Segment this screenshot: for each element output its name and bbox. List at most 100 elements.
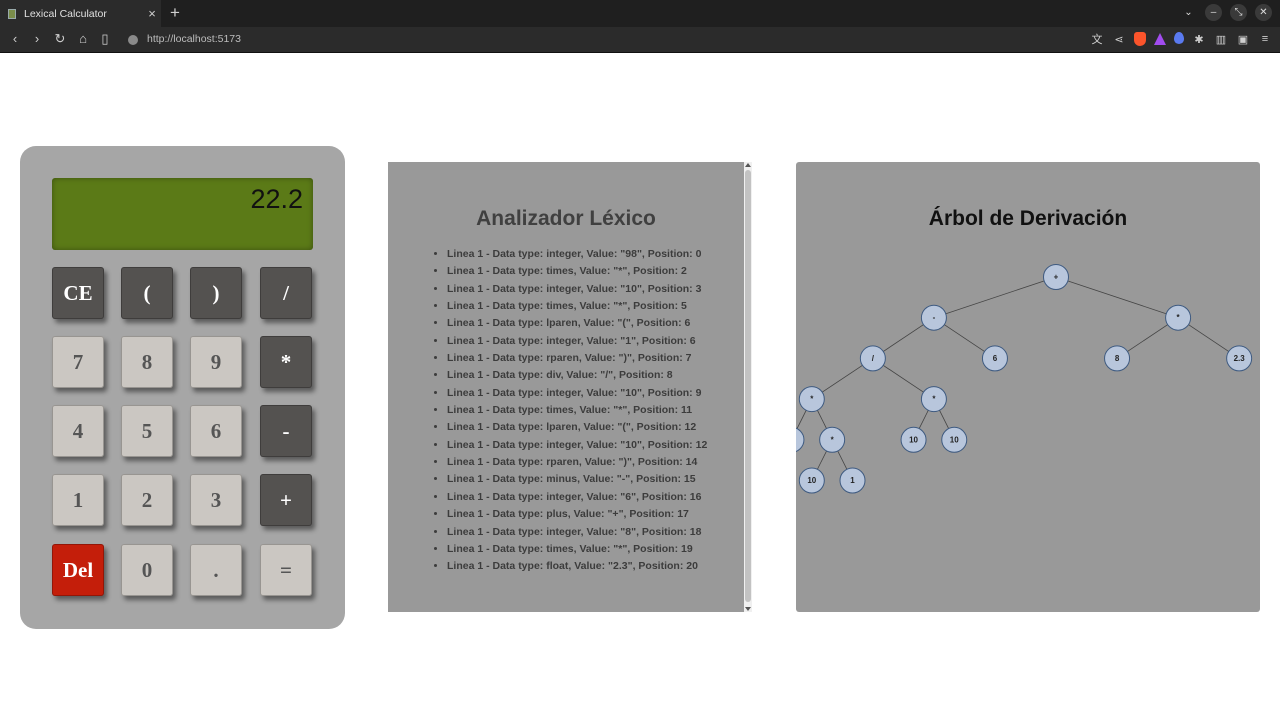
tree-node: 8 bbox=[1104, 345, 1131, 372]
token-item: Linea 1 - Data type: div, Value: "/", Po… bbox=[447, 367, 707, 384]
plus-button[interactable]: + bbox=[260, 474, 312, 526]
tab-title: Lexical Calculator bbox=[24, 7, 107, 20]
token-item: Linea 1 - Data type: rparen, Value: ")",… bbox=[447, 454, 707, 471]
tree-node-label: - bbox=[933, 313, 936, 322]
tree-node: 2.3 bbox=[1226, 345, 1253, 372]
tree-node-label: + bbox=[1054, 273, 1059, 282]
token-item: Linea 1 - Data type: integer, Value: "10… bbox=[447, 437, 707, 454]
tree-node-label: 8 bbox=[1115, 354, 1120, 363]
tree-edge bbox=[1055, 276, 1179, 319]
digit-3-button[interactable]: 3 bbox=[190, 474, 242, 526]
window-controls: ⌄ – ⤡ ✕ bbox=[1180, 4, 1272, 21]
equals-button[interactable]: = bbox=[260, 544, 312, 596]
digit-5-button[interactable]: 5 bbox=[121, 405, 173, 457]
restore-icon[interactable]: ⤡ bbox=[1230, 4, 1247, 21]
token-item: Linea 1 - Data type: integer, Value: "10… bbox=[447, 385, 707, 402]
open-paren-button[interactable]: ( bbox=[121, 267, 173, 319]
token-item: Linea 1 - Data type: integer, Value: "1"… bbox=[447, 333, 707, 350]
brave-shields-icon[interactable] bbox=[1134, 32, 1146, 46]
tree-node: * bbox=[920, 386, 947, 413]
tree-node-label: 10 bbox=[950, 435, 959, 444]
bookmark-icon[interactable]: ▯ bbox=[96, 31, 114, 47]
tree-edge bbox=[933, 276, 1057, 319]
digit-1-button[interactable]: 1 bbox=[52, 474, 104, 526]
token-item: Linea 1 - Data type: float, Value: "2.3"… bbox=[447, 558, 707, 575]
digit-8-button[interactable]: 8 bbox=[121, 336, 173, 388]
tree-node-circle bbox=[796, 427, 805, 452]
site-info-icon[interactable] bbox=[128, 35, 138, 45]
home-icon[interactable]: ⌂ bbox=[74, 31, 92, 46]
address-bar[interactable]: http://localhost:5173 bbox=[147, 33, 241, 45]
extension-drop-icon[interactable] bbox=[1174, 32, 1184, 44]
token-item: Linea 1 - Data type: rparen, Value: ")",… bbox=[447, 350, 707, 367]
extensions-puzzle-icon[interactable]: ✱ bbox=[1192, 32, 1206, 46]
derivation-tree-panel: Árbol de Derivación +-/*98*101*10106*82.… bbox=[796, 162, 1260, 612]
delete-button[interactable]: Del bbox=[52, 544, 104, 596]
digit-0-button[interactable]: 0 bbox=[121, 544, 173, 596]
calculator-favicon-icon bbox=[8, 8, 16, 19]
token-item: Linea 1 - Data type: times, Value: "*", … bbox=[447, 298, 707, 315]
forward-icon[interactable]: › bbox=[28, 31, 46, 46]
token-item: Linea 1 - Data type: times, Value: "*", … bbox=[447, 541, 707, 558]
digit-6-button[interactable]: 6 bbox=[190, 405, 242, 457]
close-window-icon[interactable]: ✕ bbox=[1255, 4, 1272, 21]
divide-button[interactable]: / bbox=[260, 267, 312, 319]
digit-2-button[interactable]: 2 bbox=[121, 474, 173, 526]
tree-node-label: 6 bbox=[993, 354, 998, 363]
tree-node: * bbox=[798, 386, 825, 413]
digit-7-button[interactable]: 7 bbox=[52, 336, 104, 388]
clear-entry-button[interactable]: CE bbox=[52, 267, 104, 319]
token-item: Linea 1 - Data type: times, Value: "*", … bbox=[447, 263, 707, 280]
minimize-icon[interactable]: – bbox=[1205, 4, 1222, 21]
tree-node: 98 bbox=[796, 427, 805, 452]
close-tab-icon[interactable]: × bbox=[143, 6, 161, 21]
token-item: Linea 1 - Data type: minus, Value: "-", … bbox=[447, 471, 707, 488]
tree-node: 1 bbox=[839, 467, 866, 494]
browser-toolbar: ‹ › ↻ ⌂ ▯ http://localhost:5173 文 ⋖ ✱ ▥ … bbox=[0, 27, 1280, 53]
tree-node: / bbox=[859, 345, 886, 372]
lexer-scrollbar[interactable] bbox=[744, 162, 752, 612]
tree-node-label: 2.3 bbox=[1234, 354, 1246, 363]
browser-tab[interactable]: Lexical Calculator × bbox=[0, 0, 162, 27]
share-icon[interactable]: ⋖ bbox=[1112, 32, 1126, 46]
tree-node: + bbox=[1043, 264, 1069, 290]
tree-node: 6 bbox=[981, 345, 1008, 372]
new-tab-button[interactable]: + bbox=[166, 3, 184, 23]
tree-node: * bbox=[819, 426, 846, 453]
menu-icon[interactable]: ≡ bbox=[1258, 32, 1272, 46]
tree-node-label: 1 bbox=[850, 476, 855, 485]
close-paren-button[interactable]: ) bbox=[190, 267, 242, 319]
scrollbar-thumb[interactable] bbox=[745, 170, 751, 602]
scroll-up-icon[interactable] bbox=[745, 163, 751, 167]
minus-button[interactable]: - bbox=[260, 405, 312, 457]
digit-4-button[interactable]: 4 bbox=[52, 405, 104, 457]
derivation-tree: + - / * 98 * 10 1 * 10 10 6 * 8 2.3 bbox=[796, 264, 1253, 494]
digit-9-button[interactable]: 9 bbox=[190, 336, 242, 388]
token-item: Linea 1 - Data type: times, Value: "*", … bbox=[447, 402, 707, 419]
token-item: Linea 1 - Data type: integer, Value: "8"… bbox=[447, 524, 707, 541]
calculator: 22.2 CE () / 7 8 9 * 4 5 6- 1 2 3 + Del 0. = bbox=[20, 146, 345, 629]
toolbar-icons: 文 ⋖ ✱ ▥ ▣ ≡ bbox=[1090, 32, 1272, 46]
tree-node: 10 bbox=[900, 426, 927, 453]
lexer-panel: Analizador Léxico Linea 1 - Data type: i… bbox=[388, 162, 752, 612]
tree-node: 10 bbox=[941, 426, 968, 453]
token-item: Linea 1 - Data type: lparen, Value: "(",… bbox=[447, 315, 707, 332]
back-icon[interactable]: ‹ bbox=[6, 31, 24, 46]
token-list: Linea 1 - Data type: integer, Value: "98… bbox=[447, 246, 707, 576]
display-value: 22.2 bbox=[250, 184, 303, 214]
tab-search-icon[interactable]: ⌄ bbox=[1180, 4, 1197, 21]
brave-rewards-icon[interactable] bbox=[1154, 33, 1166, 45]
translate-icon[interactable]: 文 bbox=[1090, 32, 1104, 46]
token-item: Linea 1 - Data type: plus, Value: "+", P… bbox=[447, 506, 707, 523]
sidebar-icon[interactable]: ▥ bbox=[1214, 32, 1228, 46]
wallet-icon[interactable]: ▣ bbox=[1236, 32, 1250, 46]
token-item: Linea 1 - Data type: lparen, Value: "(",… bbox=[447, 419, 707, 436]
token-item: Linea 1 - Data type: integer, Value: "6"… bbox=[447, 489, 707, 506]
multiply-button[interactable]: * bbox=[260, 336, 312, 388]
scroll-down-icon[interactable] bbox=[745, 607, 751, 611]
decimal-button[interactable]: . bbox=[190, 544, 242, 596]
reload-icon[interactable]: ↻ bbox=[51, 31, 69, 47]
tree-node: * bbox=[1165, 304, 1192, 331]
browser-tab-bar: Lexical Calculator × + ⌄ – ⤡ ✕ bbox=[0, 0, 1280, 27]
token-item: Linea 1 - Data type: integer, Value: "98… bbox=[447, 246, 707, 263]
